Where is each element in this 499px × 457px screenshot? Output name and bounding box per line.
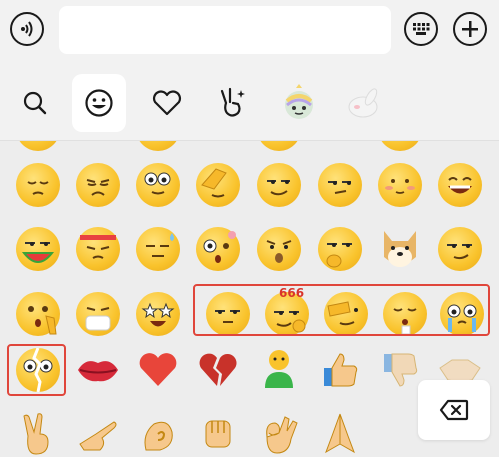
highlight-box-single bbox=[7, 344, 66, 396]
surprised-face-icon bbox=[196, 227, 240, 271]
doge-icon bbox=[378, 227, 422, 271]
praying-hands-icon bbox=[325, 413, 355, 454]
sweat-face-icon bbox=[136, 227, 180, 271]
emoji-pray[interactable] bbox=[312, 406, 368, 457]
grinning-face-icon bbox=[438, 163, 482, 207]
peace-hand-icon bbox=[220, 87, 245, 117]
backspace-icon bbox=[439, 399, 469, 421]
thumbs-up-icon bbox=[324, 353, 358, 387]
person-icon bbox=[265, 350, 293, 388]
frowning-face-icon bbox=[76, 163, 120, 207]
emoji-doge[interactable] bbox=[372, 221, 428, 277]
emoji-cell-partial[interactable] bbox=[251, 141, 307, 157]
voice-button[interactable] bbox=[10, 12, 44, 46]
heart-icon bbox=[152, 90, 182, 116]
emoji-smug[interactable] bbox=[432, 221, 488, 277]
victory-hand-icon bbox=[23, 413, 49, 455]
emoji-fist[interactable] bbox=[190, 406, 246, 457]
emoji-ok-hand[interactable] bbox=[251, 406, 307, 457]
emoji-icon bbox=[257, 141, 301, 151]
more-button[interactable] bbox=[453, 12, 487, 46]
pensive-face-icon bbox=[16, 163, 60, 207]
keyboard-button[interactable] bbox=[404, 12, 438, 46]
keyboard-icon bbox=[413, 23, 430, 35]
star-struck-icon bbox=[136, 292, 180, 336]
emoji-icon bbox=[136, 141, 180, 151]
emoji-glasses-flex[interactable] bbox=[130, 157, 186, 213]
emoji-cell-partial[interactable] bbox=[10, 141, 66, 157]
thumbs-down-icon bbox=[384, 353, 418, 387]
emoji-pray-spiral[interactable] bbox=[130, 406, 186, 457]
emoji-lips[interactable] bbox=[70, 342, 126, 398]
shushing-face-icon bbox=[16, 292, 60, 336]
emoji-thumbs-up[interactable] bbox=[312, 342, 368, 398]
eating-face-icon bbox=[16, 227, 60, 271]
thinking-face-icon bbox=[136, 163, 180, 207]
facepalm-icon bbox=[196, 163, 240, 207]
emoji-point[interactable] bbox=[70, 406, 126, 457]
emoji-broken-heart[interactable] bbox=[190, 342, 246, 398]
search-icon bbox=[23, 91, 47, 115]
emoji-cell-partial[interactable] bbox=[130, 141, 186, 157]
tab-sticker-pack-1[interactable] bbox=[272, 74, 326, 132]
broken-heart-icon bbox=[199, 353, 237, 386]
emoji-headband[interactable] bbox=[70, 221, 126, 277]
emoji-icon bbox=[16, 141, 60, 151]
shy-face-icon bbox=[378, 163, 422, 207]
input-toolbar bbox=[0, 0, 499, 68]
red-heart-icon bbox=[139, 353, 177, 386]
emoji-sweat[interactable] bbox=[130, 221, 186, 277]
emoji-grin-tongue[interactable] bbox=[432, 157, 488, 213]
tab-search[interactable] bbox=[8, 74, 62, 132]
fist-bump-icon bbox=[144, 421, 173, 451]
emoji-pensive[interactable] bbox=[10, 157, 66, 213]
emoji-side-eye[interactable] bbox=[312, 157, 368, 213]
emoji-icon bbox=[378, 141, 422, 151]
smiley-icon bbox=[85, 89, 113, 117]
emoji-cell-partial[interactable] bbox=[372, 141, 428, 157]
plus-icon bbox=[462, 21, 478, 37]
emoji-surprised-eye[interactable] bbox=[190, 221, 246, 277]
emoji-victory[interactable] bbox=[10, 406, 66, 457]
headband-face-icon bbox=[76, 227, 120, 271]
emoji-shy[interactable] bbox=[372, 157, 428, 213]
voice-icon bbox=[21, 21, 33, 37]
unicorn-sticker-icon bbox=[285, 84, 313, 119]
message-input[interactable] bbox=[59, 6, 391, 54]
tab-sticker-pack-2[interactable] bbox=[336, 74, 390, 132]
emoji-green-man[interactable] bbox=[251, 342, 307, 398]
emoji-star-eyes[interactable] bbox=[130, 286, 186, 342]
emoji-facepalm[interactable] bbox=[190, 157, 246, 213]
pointing-hand-icon bbox=[79, 421, 117, 451]
mask-face-icon bbox=[76, 292, 120, 336]
smug-fist-face-icon bbox=[318, 227, 362, 271]
emoji-smirk-fist[interactable] bbox=[312, 221, 368, 277]
side-eye-face-icon bbox=[318, 163, 362, 207]
emoji-shh[interactable] bbox=[10, 286, 66, 342]
tab-emoji[interactable] bbox=[72, 74, 126, 132]
smirk-face-icon bbox=[257, 163, 301, 207]
lips-icon bbox=[78, 361, 118, 382]
smug-face-icon bbox=[438, 227, 482, 271]
emoji-smirk[interactable] bbox=[251, 157, 307, 213]
emoji-category-tabs bbox=[0, 68, 499, 141]
emoji-mask[interactable] bbox=[70, 286, 126, 342]
tab-favorites[interactable] bbox=[140, 74, 194, 132]
highlight-box-row bbox=[193, 284, 490, 336]
rabbit-sticker-icon bbox=[348, 88, 378, 118]
ok-hand-icon bbox=[266, 416, 298, 454]
emoji-frown[interactable] bbox=[70, 157, 126, 213]
fist-icon bbox=[205, 420, 231, 448]
emoji-heart[interactable] bbox=[130, 342, 186, 398]
emoji-sigh[interactable] bbox=[251, 221, 307, 277]
tab-stickers[interactable] bbox=[205, 74, 259, 132]
backspace-button[interactable] bbox=[418, 380, 490, 440]
emoji-watermelon-eat[interactable] bbox=[10, 221, 66, 277]
sigh-face-icon bbox=[257, 227, 301, 271]
